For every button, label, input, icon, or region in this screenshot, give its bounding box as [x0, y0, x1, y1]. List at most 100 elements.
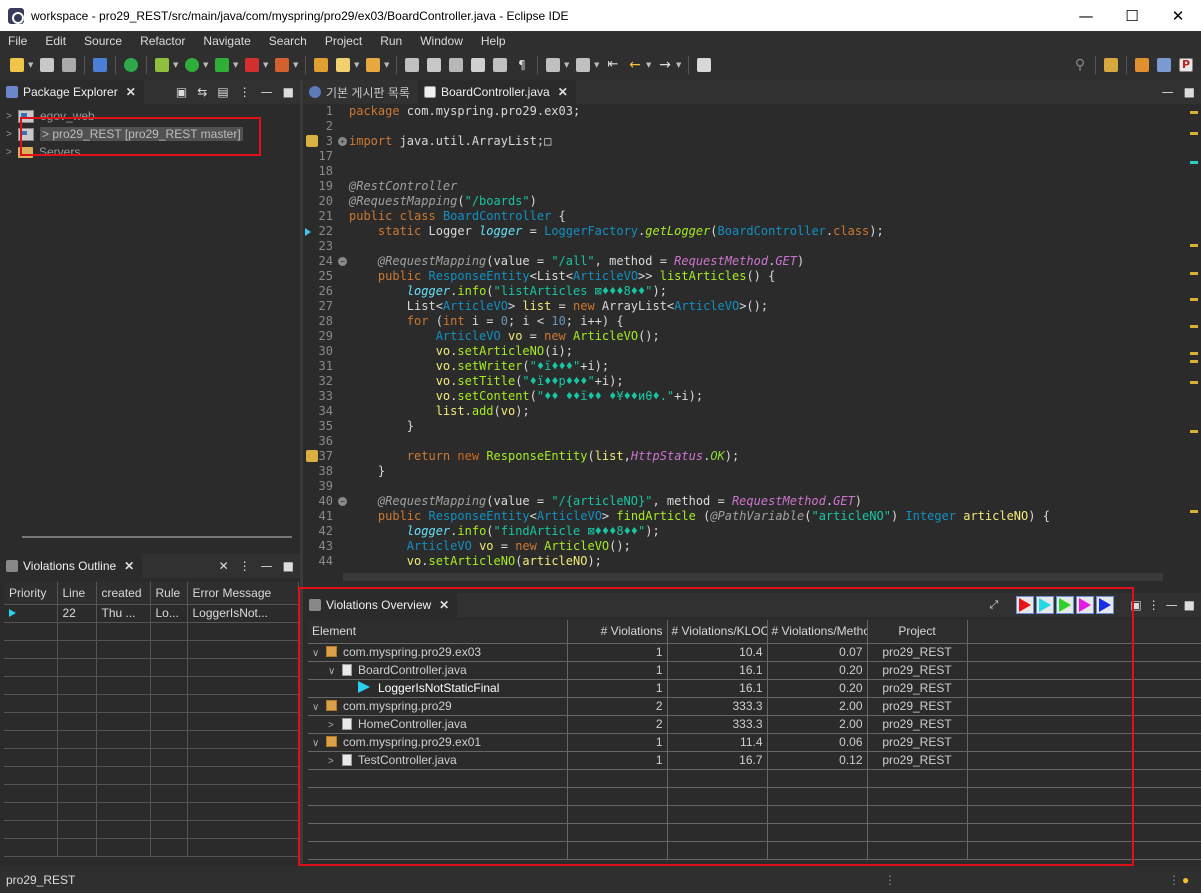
code-line[interactable]: 43 ArticleVO vo = new ArticleVO();	[303, 539, 1173, 554]
horizontal-scrollbar[interactable]	[22, 536, 292, 538]
maximize-view-icon[interactable]: ■	[283, 85, 294, 99]
collapse-fold-icon[interactable]: −	[338, 497, 347, 506]
gutter[interactable]	[303, 149, 315, 164]
table-row[interactable]: ∨ BoardController.java 1 16.1 0.20 pro29_REST	[308, 661, 1201, 680]
gutter[interactable]	[303, 464, 315, 479]
view-menu-icon[interactable]: ⋮	[239, 559, 251, 573]
open-perspective-icon[interactable]	[1104, 58, 1118, 72]
code-line[interactable]: 36	[303, 434, 1173, 449]
gutter[interactable]	[303, 359, 315, 374]
table-row[interactable]: > TestController.java 1 16.7 0.12 pro29_REST	[308, 751, 1201, 770]
save-icon[interactable]	[40, 58, 54, 72]
gutter[interactable]	[303, 329, 315, 344]
column-header[interactable]: Priority	[4, 582, 58, 605]
code-line[interactable]: 42 logger.info("findArticle ⊠♦♦♦8♦♦");	[303, 524, 1173, 539]
minimize-view-icon[interactable]: —	[1166, 598, 1178, 612]
pmd-perspective-icon[interactable]: P	[1179, 58, 1193, 72]
code-line[interactable]: 44 vo.setArticleNO(articleNO);	[303, 554, 1173, 569]
tab-board-controller[interactable]: BoardController.java ✕	[417, 80, 576, 104]
debug-perspective-icon[interactable]	[1157, 58, 1171, 72]
gutter[interactable]	[303, 119, 315, 134]
code-text[interactable]: vo.setContent("♦♦ ♦♦ї♦♦ ♦¥♦♦иθ♦."+i);	[349, 389, 703, 404]
menu-file[interactable]: File	[0, 34, 37, 48]
close-icon[interactable]: ✕	[126, 85, 136, 99]
code-text[interactable]: public ResponseEntity<List<ArticleVO>> l…	[349, 269, 775, 284]
menu-help[interactable]: Help	[473, 34, 516, 48]
run-icon[interactable]	[185, 58, 199, 72]
expand-icon[interactable]: >	[6, 111, 18, 122]
java-perspective-icon[interactable]	[1135, 58, 1149, 72]
filter-icon[interactable]: ▤	[217, 85, 228, 99]
code-line[interactable]: 40− @RequestMapping(value = "/{articleNO…	[303, 494, 1173, 509]
gutter[interactable]	[303, 314, 315, 329]
column-header[interactable]: Error Message	[187, 582, 299, 605]
code-text[interactable]: }	[349, 464, 385, 479]
code-line[interactable]: 1 package com.myspring.pro29.ex03;	[303, 104, 1173, 119]
chevron-down-icon[interactable]: ∨	[328, 666, 342, 677]
menu-refactor[interactable]: Refactor	[132, 34, 195, 48]
table-row[interactable]: > HomeController.java 2 333.3 2.00 pro29_REST	[308, 715, 1201, 734]
close-icon[interactable]: ✕	[558, 85, 568, 99]
violation-marker-icon[interactable]	[305, 228, 311, 236]
maximize-view-icon[interactable]: ■	[283, 559, 294, 573]
code-text[interactable]: for (int i = 0; i < 10; i++) {	[349, 314, 624, 329]
gutter[interactable]	[303, 104, 315, 119]
code-text[interactable]: @RequestMapping("/boards")	[349, 194, 537, 209]
gutter[interactable]	[303, 389, 315, 404]
table-row[interactable]: 22 Thu ... Lo... LoggerIsNot...	[4, 604, 299, 623]
minimize-view-icon[interactable]: —	[261, 559, 273, 573]
gutter[interactable]	[303, 494, 315, 509]
forward-arrow-icon[interactable]: →	[658, 58, 672, 72]
chevron-down-icon[interactable]: ∨	[312, 648, 326, 659]
menu-navigate[interactable]: Navigate	[195, 34, 260, 48]
menu-source[interactable]: Source	[76, 34, 132, 48]
maximize-view-icon[interactable]: ■	[1184, 598, 1195, 612]
code-line[interactable]: 2	[303, 119, 1173, 134]
close-icon[interactable]: ✕	[439, 598, 449, 612]
column-header[interactable]: Line	[57, 582, 97, 605]
code-line[interactable]: 3 + import java.util.ArrayList;□	[303, 134, 1173, 149]
gutter[interactable]	[303, 224, 315, 239]
open-type-icon[interactable]	[314, 58, 328, 72]
task-icon[interactable]	[336, 58, 350, 72]
gutter[interactable]	[303, 419, 315, 434]
code-text[interactable]: return new ResponseEntity(list,HttpStatu…	[349, 449, 739, 464]
code-line[interactable]: 35 }	[303, 419, 1173, 434]
column-header[interactable]: # Violations/Method	[767, 620, 868, 644]
next-annotation-icon[interactable]	[546, 58, 560, 72]
code-line[interactable]: 37 return new ResponseEntity(list,HttpSt…	[303, 449, 1173, 464]
overview-ruler[interactable]	[1187, 104, 1201, 574]
link-editor-icon[interactable]: ⇆	[197, 85, 207, 99]
horizontal-scrollbar[interactable]	[343, 573, 1163, 581]
code-text[interactable]: logger.info("listArticles ⊠♦♦♦8♦♦");	[349, 284, 667, 299]
view-menu-icon[interactable]: ⋮	[1148, 598, 1160, 612]
gutter[interactable]	[303, 449, 318, 464]
code-text[interactable]: static Logger logger = LoggerFactory.get…	[349, 224, 884, 239]
code-line[interactable]: 32 vo.setTitle("♦ї♦♦p♦♦♦"+i);	[303, 374, 1173, 389]
tab-package-explorer[interactable]: Package Explorer ✕	[0, 80, 144, 104]
gutter[interactable]	[303, 269, 315, 284]
code-text[interactable]: }	[349, 419, 414, 434]
gutter[interactable]	[303, 284, 315, 299]
code-line[interactable]: 19 @RestController	[303, 179, 1173, 194]
gutter[interactable]	[303, 194, 315, 209]
code-text[interactable]: @RequestMapping(value = "/all", method =…	[349, 254, 804, 269]
priority-3-filter-button[interactable]	[1056, 596, 1075, 614]
code-line[interactable]: 33 vo.setContent("♦♦ ♦♦ї♦♦ ♦¥♦♦иθ♦."+i);	[303, 389, 1173, 404]
gutter[interactable]	[303, 509, 315, 524]
expand-icon[interactable]: ⤢	[990, 598, 999, 612]
code-line[interactable]: 24− @RequestMapping(value = "/all", meth…	[303, 254, 1173, 269]
minimize-view-icon[interactable]: —	[1162, 85, 1174, 99]
tab-board-list[interactable]: 기본 게시판 목록	[303, 80, 418, 104]
code-line[interactable]: 29 ArticleVO vo = new ArticleVO();	[303, 329, 1173, 344]
code-text[interactable]: ArticleVO vo = new ArticleVO();	[349, 329, 660, 344]
code-line[interactable]: 41 public ResponseEntity<ArticleVO> find…	[303, 509, 1173, 524]
gutter[interactable]	[303, 164, 315, 179]
column-header[interactable]: # Violations	[567, 620, 668, 644]
back-arrow-icon[interactable]: ←	[628, 58, 642, 72]
code-text[interactable]: vo.setWriter("♦ї♦♦♦"+i);	[349, 359, 609, 374]
block-select-icon[interactable]	[449, 58, 463, 72]
menu-search[interactable]: Search	[261, 34, 317, 48]
code-area[interactable]: 1 package com.myspring.pro29.ex03; 2 3 + impo…	[303, 104, 1173, 574]
code-text[interactable]: list.add(vo);	[349, 404, 530, 419]
